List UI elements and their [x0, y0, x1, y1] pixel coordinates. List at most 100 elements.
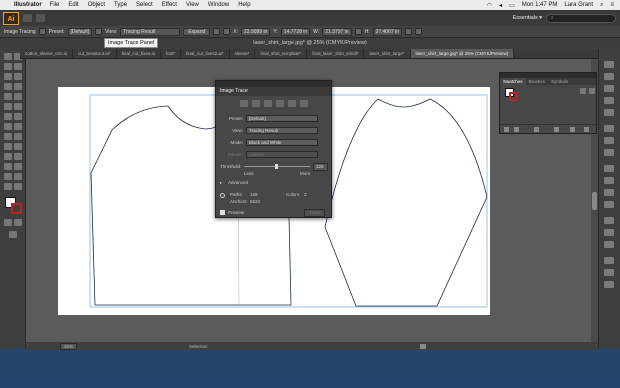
rotate-tool-icon[interactable]	[4, 113, 12, 120]
hand-tool-icon[interactable]	[4, 183, 12, 190]
tab-document[interactable]: cut_breakout.ai*	[73, 49, 117, 58]
scale-tool-icon[interactable]	[14, 113, 22, 120]
high-color-preset-icon[interactable]	[252, 100, 260, 107]
lasso-tool-icon[interactable]	[14, 63, 22, 70]
preview-checkbox[interactable]	[220, 210, 225, 215]
arrange-documents-icon[interactable]	[36, 14, 45, 22]
control-preset-dropdown[interactable]: [Default]	[67, 27, 93, 36]
trace-view-dropdown[interactable]: Tracing Result	[246, 127, 318, 134]
threshold-slider-handle[interactable]	[275, 164, 278, 169]
zoom-level-field[interactable]: 25%	[60, 342, 78, 350]
sleeve-outline[interactable]	[324, 98, 488, 307]
new-swatch-icon[interactable]	[570, 127, 575, 132]
tab-document[interactable]: cotton_sleeve_circ.ai	[20, 49, 74, 58]
transform-icon[interactable]	[404, 28, 412, 35]
appearance-panel-icon[interactable]	[604, 165, 614, 172]
constrain-proportions-icon[interactable]	[354, 28, 362, 35]
clock[interactable]: Mon 1:47 PM	[522, 2, 558, 8]
control-view-dropdown[interactable]: Tracing Result	[120, 27, 181, 36]
free-transform-tool-icon[interactable]	[14, 123, 22, 130]
tab-document[interactable]: final_shirt_template*	[255, 49, 308, 58]
column-graph-tool-icon[interactable]	[14, 163, 22, 170]
low-color-preset-icon[interactable]	[264, 100, 272, 107]
magic-wand-tool-icon[interactable]	[4, 63, 12, 70]
gradient-tool-icon[interactable]	[14, 143, 22, 150]
swatch-stroke-indicator[interactable]	[509, 92, 518, 101]
view-original-icon[interactable]	[38, 28, 46, 35]
rectangle-tool-icon[interactable]	[14, 83, 22, 90]
trace-button[interactable]: Trace	[304, 209, 326, 217]
image-trace-panel-icon[interactable]	[95, 28, 103, 35]
width-tool-icon[interactable]	[4, 123, 12, 130]
blend-tool-icon[interactable]	[14, 153, 22, 160]
artboards-panel-icon[interactable]	[604, 201, 614, 208]
height-field[interactable]: 27.4067 in	[372, 27, 402, 36]
menu-effect[interactable]: Effect	[162, 2, 177, 8]
draw-mode-icon[interactable]	[14, 219, 22, 226]
advanced-disclosure-icon[interactable]: ▸	[220, 180, 222, 186]
tab-swatches[interactable]: Swatches	[500, 78, 526, 85]
gradient-panel-icon[interactable]	[604, 137, 614, 144]
menu-window[interactable]: Window	[208, 2, 229, 8]
align-panel-icon[interactable]	[604, 217, 614, 224]
swatches-panel-icon[interactable]	[604, 85, 614, 92]
line-tool-icon[interactable]	[4, 83, 12, 90]
workspace-switcher[interactable]: Essentials ▾	[513, 15, 542, 21]
trace-preset-dropdown[interactable]: [Default]	[246, 115, 318, 122]
black-white-preset-icon[interactable]	[288, 100, 296, 107]
wifi-icon[interactable]: ◠	[487, 2, 492, 9]
vertical-scroll-thumb[interactable]	[592, 192, 597, 210]
expand-button[interactable]: Expand	[183, 27, 211, 36]
brushes-panel-icon[interactable]	[604, 97, 614, 104]
auto-color-preset-icon[interactable]	[240, 100, 248, 107]
transparency-panel-icon[interactable]	[604, 149, 614, 156]
tab-document[interactable]: laser_shirt_large*	[364, 49, 411, 58]
selection-tool-icon[interactable]	[4, 53, 12, 60]
menu-object[interactable]: Object	[88, 2, 105, 8]
align-icon[interactable]	[213, 28, 221, 35]
horizontal-scroll-thumb[interactable]	[420, 344, 426, 349]
grayscale-preset-icon[interactable]	[276, 100, 284, 107]
paintbrush-tool-icon[interactable]	[4, 93, 12, 100]
graphic-styles-panel-icon[interactable]	[604, 177, 614, 184]
transform-panel-icon[interactable]	[604, 241, 614, 248]
zoom-tool-icon[interactable]	[14, 183, 22, 190]
tab-document[interactable]: final_cut_fixes2.ai*	[181, 49, 230, 58]
layers-panel-icon[interactable]	[604, 189, 614, 196]
paragraph-panel-icon[interactable]	[604, 269, 614, 276]
reference-point-icon[interactable]	[223, 28, 231, 35]
symbol-sprayer-tool-icon[interactable]	[4, 163, 12, 170]
menu-file[interactable]: File	[50, 2, 60, 8]
perspective-grid-tool-icon[interactable]	[14, 133, 22, 140]
slice-tool-icon[interactable]	[14, 173, 22, 180]
status-tool-label[interactable]: Selection	[189, 344, 208, 349]
tab-document-active[interactable]: laser_shirt_large.jpg* @ 25% (CMYK/Previ…	[410, 49, 515, 58]
tab-document[interactable]: final_laser_shirt_small*	[307, 49, 365, 58]
symbols-panel-icon[interactable]	[604, 109, 614, 116]
volume-icon[interactable]: ◂	[499, 2, 502, 9]
shape-builder-tool-icon[interactable]	[4, 133, 12, 140]
search-help-input[interactable]: ⌕	[546, 13, 616, 23]
blob-brush-tool-icon[interactable]	[4, 103, 12, 110]
tab-symbols[interactable]: Symbols	[548, 78, 571, 85]
thumbnail-view-icon[interactable]	[589, 88, 595, 94]
swatch-options-icon[interactable]	[534, 127, 539, 132]
tab-brushes[interactable]: Brushes	[526, 78, 549, 85]
trace-mode-dropdown[interactable]: Black and White	[246, 139, 318, 146]
menu-select[interactable]: Select	[136, 2, 153, 8]
outline-preset-icon[interactable]	[300, 100, 308, 107]
eraser-tool-icon[interactable]	[14, 103, 22, 110]
show-swatch-kinds-icon[interactable]	[514, 127, 519, 132]
stroke-swatch[interactable]	[11, 203, 22, 214]
color-guide-icon[interactable]	[604, 73, 614, 80]
menu-edit[interactable]: Edit	[68, 2, 78, 8]
menu-help[interactable]: Help	[238, 2, 250, 8]
menu-app-name[interactable]: Illustrator	[14, 2, 42, 8]
y-field[interactable]: 14.7728 in	[280, 27, 311, 36]
character-panel-icon[interactable]	[604, 257, 614, 264]
battery-icon[interactable]: ▭	[509, 2, 515, 9]
panel-menu-icon[interactable]	[414, 28, 422, 35]
notifications-icon[interactable]: ≡	[610, 2, 614, 8]
swatch-libraries-icon[interactable]	[504, 127, 509, 132]
trash-icon[interactable]	[584, 127, 589, 132]
